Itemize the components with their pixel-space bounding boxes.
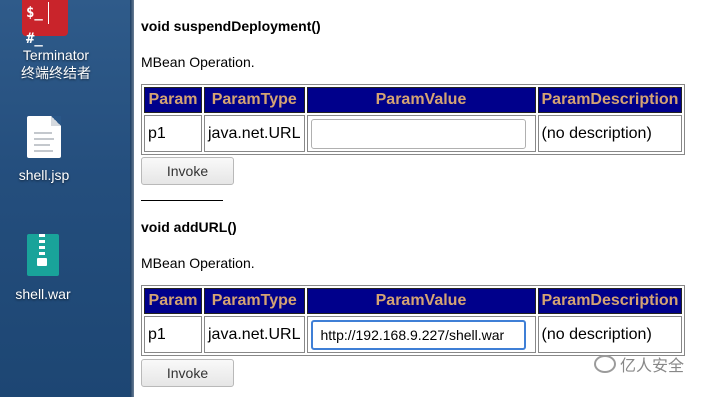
param-description: (no description) (537, 316, 683, 353)
desktop-panel: $_#_ Terminator 终端终结者 shell.jsp shell.wa… (0, 0, 130, 397)
header-paramdescription: ParamDescription (537, 87, 683, 113)
terminator-label: Terminator (22, 47, 90, 63)
table-row: p1 java.net.URL (no description) (144, 115, 683, 152)
param-type: java.net.URL (204, 316, 305, 353)
header-paramtype: ParamType (204, 87, 305, 113)
archive-icon (27, 234, 59, 276)
header-paramvalue: ParamValue (306, 288, 536, 314)
params-header-row: Param ParamType ParamValue ParamDescript… (144, 288, 683, 314)
operation-description: MBean Operation. (141, 54, 255, 70)
panel-edge (130, 0, 134, 397)
operation-title: void suspendDeployment() (141, 18, 321, 34)
header-param: Param (144, 87, 202, 113)
param-name: p1 (144, 115, 202, 152)
header-param: Param (144, 288, 202, 314)
wechat-icon (594, 355, 616, 373)
watermark: 亿人安全 (594, 352, 684, 376)
terminator-launcher[interactable]: $_#_ Terminator 终端终结者 (0, 0, 130, 86)
param-value-cell (306, 316, 536, 353)
header-paramvalue: ParamValue (306, 87, 536, 113)
param-type: java.net.URL (204, 115, 305, 152)
param-value-input[interactable] (310, 319, 526, 350)
params-header-row: Param ParamType ParamValue ParamDescript… (144, 87, 683, 113)
terminator-icon: $_#_ (22, 0, 68, 47)
header-paramdescription: ParamDescription (537, 288, 683, 314)
document-icon (27, 116, 61, 158)
invoke-button[interactable]: Invoke (141, 157, 234, 185)
watermark-text: 亿人安全 (620, 358, 685, 375)
operation-description: MBean Operation. (141, 255, 255, 271)
operation-title: void addURL() (141, 219, 237, 235)
shell-jsp-label: shell.jsp (18, 167, 70, 183)
invoke-button[interactable]: Invoke (141, 359, 234, 387)
param-description: (no description) (537, 115, 683, 152)
shell-jsp-file[interactable]: shell.jsp (0, 112, 130, 188)
param-value-cell (306, 115, 536, 152)
params-table: Param ParamType ParamValue ParamDescript… (141, 84, 686, 155)
params-table: Param ParamType ParamValue ParamDescript… (141, 285, 686, 356)
header-paramtype: ParamType (204, 288, 305, 314)
shell-war-label: shell.war (15, 286, 71, 302)
section-divider (141, 200, 223, 201)
terminator-label-cn: 终端终结者 (21, 65, 91, 81)
table-row: p1 java.net.URL (no description) (144, 316, 683, 353)
shell-war-file[interactable]: shell.war (0, 232, 130, 308)
param-value-input[interactable] (310, 118, 526, 149)
param-name: p1 (144, 316, 202, 353)
